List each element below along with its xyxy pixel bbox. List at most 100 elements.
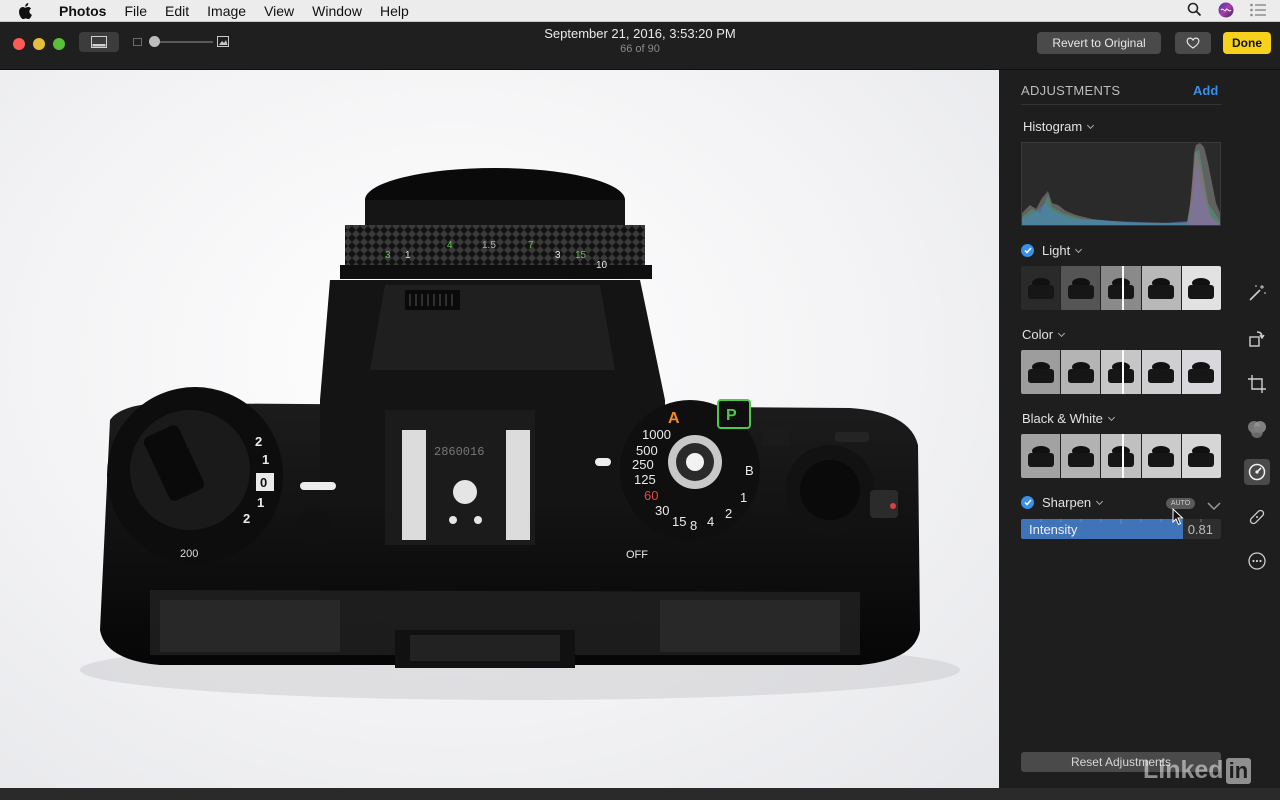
bw-thumb[interactable] — [1021, 434, 1062, 478]
menu-app-photos[interactable]: Photos — [50, 0, 115, 22]
collapse-sharpen-button[interactable] — [1207, 498, 1221, 516]
menu-window[interactable]: Window — [303, 0, 371, 22]
svg-text:125: 125 — [634, 472, 656, 487]
svg-text:8: 8 — [690, 518, 697, 533]
color-thumb[interactable] — [1141, 350, 1182, 394]
sharpen-enabled-checkbox[interactable] — [1021, 496, 1034, 509]
light-thumb[interactable] — [1181, 266, 1221, 310]
crop-tool[interactable] — [1244, 371, 1270, 397]
histogram-graph — [1022, 143, 1220, 225]
toggle-sidebar-button[interactable] — [79, 32, 119, 52]
light-slider-handle[interactable] — [1122, 266, 1124, 310]
svg-text:P: P — [726, 407, 737, 424]
camera-photo: 3 1 4 1.5 7 3 15 10 45mm 2860016 — [80, 168, 960, 700]
magic-wand-icon — [1249, 285, 1266, 301]
single-photo-view-icon — [91, 36, 107, 48]
menu-bar: Photos File Edit Image View Window Help — [0, 0, 1280, 22]
intensity-slider[interactable]: Intensity 0.81 — [1021, 519, 1221, 539]
crop-icon — [1248, 375, 1266, 393]
watermark-text: Linked — [1143, 756, 1224, 784]
close-window-button[interactable] — [13, 38, 25, 50]
add-adjustment-button[interactable]: Add — [1193, 83, 1218, 98]
svg-text:200: 200 — [180, 548, 198, 560]
svg-text:4: 4 — [447, 240, 453, 251]
adjustments-header: ADJUSTMENTS — [1021, 83, 1121, 98]
light-thumb[interactable] — [1141, 266, 1182, 310]
done-button[interactable]: Done — [1223, 32, 1271, 54]
black-white-section-toggle[interactable]: Black & White — [1022, 411, 1115, 426]
zoom-slider[interactable] — [133, 36, 233, 48]
revert-to-original-button[interactable]: Revert to Original — [1037, 32, 1161, 54]
menu-edit[interactable]: Edit — [156, 0, 198, 22]
adjust-tool[interactable] — [1244, 459, 1270, 485]
light-thumb[interactable] — [1061, 266, 1102, 310]
retouch-tool[interactable] — [1244, 504, 1270, 530]
filters-icon — [1248, 421, 1266, 438]
color-thumb[interactable] — [1061, 350, 1102, 394]
minimize-window-button[interactable] — [33, 38, 45, 50]
checkmark-icon — [1023, 499, 1032, 506]
zoom-knob[interactable] — [149, 36, 160, 47]
color-label: Color — [1022, 327, 1054, 342]
menu-help[interactable]: Help — [371, 0, 418, 22]
extensions-tool[interactable] — [1244, 548, 1270, 574]
menu-view[interactable]: View — [255, 0, 303, 22]
svg-text:10: 10 — [596, 260, 608, 271]
bw-thumb[interactable] — [1181, 434, 1221, 478]
svg-text:1: 1 — [405, 250, 411, 261]
filters-tool[interactable] — [1244, 416, 1270, 442]
photo-canvas[interactable]: 3 1 4 1.5 7 3 15 10 45mm 2860016 — [0, 70, 999, 788]
svg-text:7: 7 — [528, 240, 534, 251]
svg-text:30: 30 — [655, 503, 669, 518]
window-toolbar: September 21, 2016, 3:53:20 PM 66 of 90 … — [0, 22, 1280, 70]
color-slider-handle[interactable] — [1122, 350, 1124, 394]
svg-text:1.5: 1.5 — [482, 240, 496, 251]
light-thumbnail-strip[interactable] — [1021, 266, 1221, 310]
sharpen-section-toggle[interactable]: Sharpen — [1021, 495, 1104, 510]
black-white-thumbnail-strip[interactable] — [1021, 434, 1221, 478]
adjust-dial-icon — [1248, 463, 1266, 481]
color-section-toggle[interactable]: Color — [1022, 327, 1066, 342]
color-thumb[interactable] — [1021, 350, 1062, 394]
spotlight-search-icon[interactable] — [1187, 2, 1202, 20]
bandage-icon — [1249, 509, 1265, 525]
menu-image[interactable]: Image — [198, 0, 255, 22]
menu-file[interactable]: File — [115, 0, 156, 22]
chevron-down-icon — [1058, 329, 1066, 337]
light-label: Light — [1042, 243, 1071, 258]
svg-text:4: 4 — [707, 514, 714, 529]
svg-text:250: 250 — [632, 457, 654, 472]
color-thumbnail-strip[interactable] — [1021, 350, 1221, 394]
fullscreen-window-button[interactable] — [53, 38, 65, 50]
small-photo-icon — [133, 38, 142, 46]
checkmark-icon — [1023, 247, 1032, 254]
chevron-down-icon — [1207, 502, 1221, 511]
svg-text:1: 1 — [740, 490, 747, 505]
photo-date-time: September 21, 2016, 3:53:20 PM — [544, 26, 736, 41]
light-enabled-checkbox[interactable] — [1021, 244, 1034, 257]
histogram-section-toggle[interactable]: Histogram — [1023, 119, 1095, 134]
apple-icon[interactable] — [18, 2, 36, 19]
rotate-tool[interactable] — [1244, 326, 1270, 352]
bw-thumb[interactable] — [1141, 434, 1182, 478]
bw-slider-handle[interactable] — [1122, 434, 1124, 478]
light-section-toggle[interactable]: Light — [1021, 243, 1083, 258]
intensity-value: 0.81 — [1187, 522, 1213, 537]
histogram-label: Histogram — [1023, 119, 1083, 134]
svg-text:2: 2 — [243, 511, 250, 526]
light-thumb[interactable] — [1021, 266, 1062, 310]
svg-text:2: 2 — [255, 434, 262, 449]
svg-text:3: 3 — [385, 250, 391, 261]
favorite-button[interactable] — [1175, 32, 1211, 54]
svg-text:OFF: OFF — [626, 549, 648, 561]
notification-center-icon[interactable] — [1250, 3, 1266, 20]
enhance-tool[interactable] — [1244, 280, 1270, 306]
adjustments-panel: ADJUSTMENTS Add Histogram Light Color Bl… — [1000, 70, 1280, 788]
svg-text:2: 2 — [725, 506, 732, 521]
window-bottom-edge — [0, 788, 1280, 800]
siri-icon[interactable] — [1218, 2, 1234, 21]
histogram — [1021, 142, 1221, 226]
color-thumb[interactable] — [1181, 350, 1221, 394]
bw-thumb[interactable] — [1061, 434, 1102, 478]
chevron-down-icon — [1087, 121, 1095, 129]
